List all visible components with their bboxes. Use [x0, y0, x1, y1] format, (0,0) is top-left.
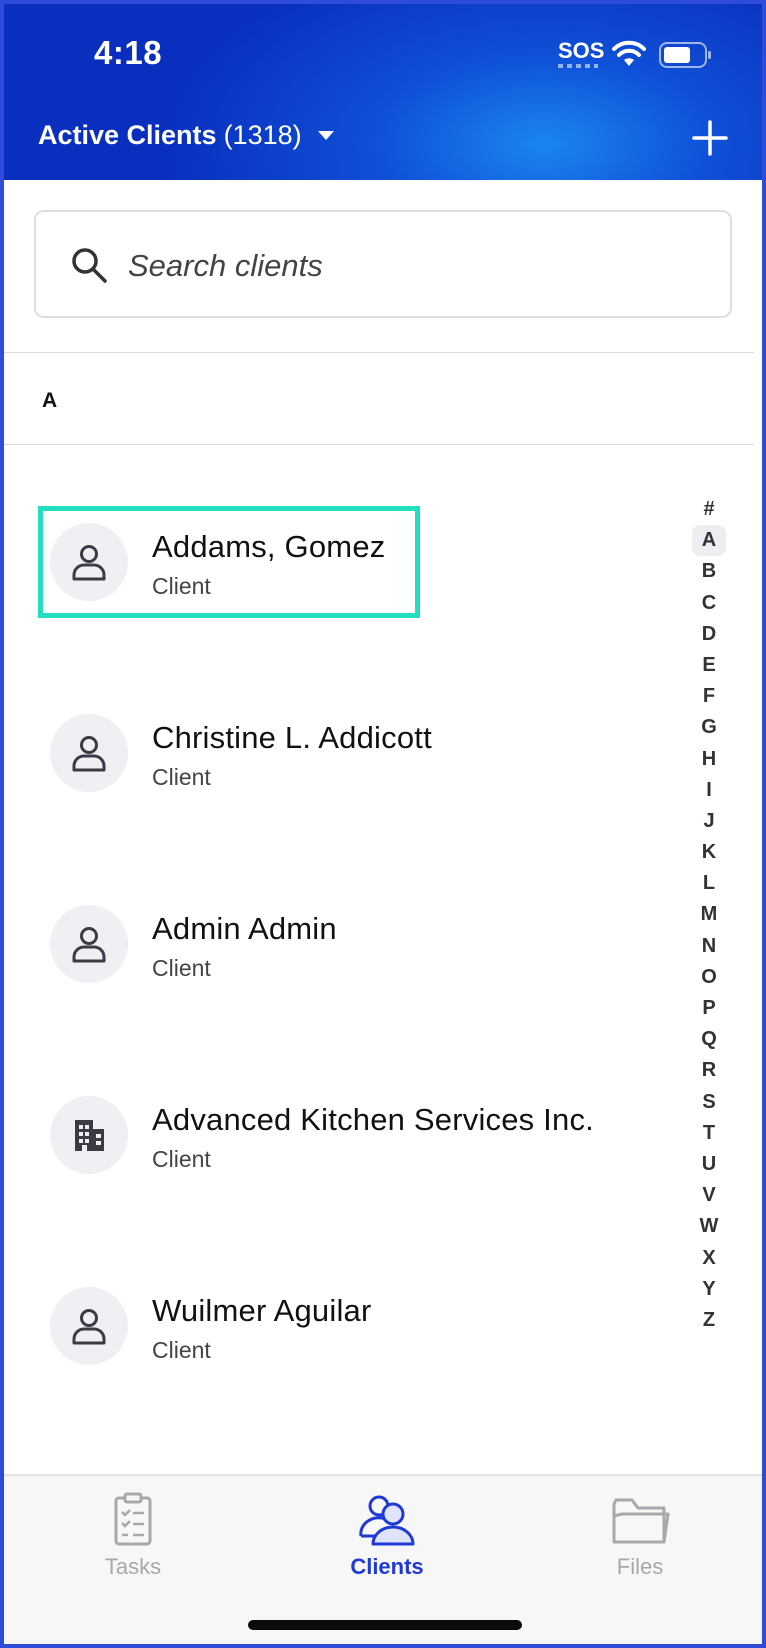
index-letter[interactable]: P — [692, 993, 726, 1024]
caret-down-icon — [317, 131, 334, 140]
search-box[interactable] — [34, 210, 732, 318]
client-name: Christine L. Addicott — [152, 720, 432, 755]
client-row[interactable]: Advanced Kitchen Services Inc. Client — [4, 1080, 684, 1190]
index-letter[interactable]: R — [692, 1055, 726, 1086]
person-icon — [72, 1309, 106, 1345]
wifi-icon — [612, 40, 646, 66]
index-letter[interactable]: B — [692, 556, 726, 587]
index-letter[interactable]: D — [692, 619, 726, 650]
tab-tasks[interactable]: Tasks — [53, 1492, 213, 1602]
client-row[interactable]: Christine L. Addicott Client — [4, 698, 684, 808]
client-count: (1318) — [223, 120, 302, 150]
people-icon — [359, 1495, 415, 1546]
clipboard-icon — [114, 1492, 152, 1546]
add-client-button[interactable] — [692, 120, 728, 156]
search-input[interactable] — [126, 240, 690, 292]
index-letter[interactable]: K — [692, 837, 726, 868]
bottom-tab-bar: Tasks Clients Files — [4, 1474, 762, 1644]
tab-label: Clients — [350, 1554, 424, 1579]
tab-clients[interactable]: Clients — [307, 1492, 467, 1602]
index-letter[interactable]: U — [692, 1149, 726, 1180]
client-type: Client — [152, 1337, 211, 1363]
divider — [4, 352, 754, 353]
index-letter[interactable]: Q — [692, 1024, 726, 1055]
client-type: Client — [152, 764, 211, 790]
index-letter[interactable]: Y — [692, 1274, 726, 1305]
status-time: 4:18 — [94, 34, 163, 71]
index-letter[interactable]: S — [692, 1087, 726, 1118]
index-letter[interactable]: F — [692, 681, 726, 712]
index-letter[interactable]: H — [692, 744, 726, 775]
tab-label: Files — [616, 1554, 664, 1579]
client-name: Wuilmer Aguilar — [152, 1293, 372, 1328]
tab-label: Tasks — [104, 1554, 162, 1579]
client-name: Advanced Kitchen Services Inc. — [152, 1102, 594, 1137]
page-title: Active Clients — [38, 120, 217, 150]
client-name: Admin Admin — [152, 911, 337, 946]
alphabet-index[interactable]: # A B C D E F G H I J K L M N O P Q R S … — [692, 494, 726, 1336]
index-letter[interactable]: N — [692, 931, 726, 962]
index-letter[interactable]: O — [692, 962, 726, 993]
client-row[interactable]: Admin Admin Client — [4, 889, 684, 999]
selection-highlight — [38, 506, 420, 618]
client-row[interactable]: Wuilmer Aguilar Client — [4, 1271, 684, 1381]
index-letter[interactable]: # — [692, 494, 726, 525]
person-icon — [72, 927, 106, 963]
index-letter[interactable]: W — [692, 1211, 726, 1242]
index-letter[interactable]: Z — [692, 1305, 726, 1336]
index-letter[interactable]: G — [692, 712, 726, 743]
client-type: Client — [152, 1146, 211, 1172]
client-type: Client — [152, 955, 211, 981]
avatar — [50, 1287, 128, 1365]
index-letter[interactable]: C — [692, 588, 726, 619]
index-letter[interactable]: J — [692, 806, 726, 837]
avatar — [50, 1096, 128, 1174]
home-indicator[interactable] — [248, 1620, 522, 1630]
divider — [4, 444, 754, 445]
building-icon — [75, 1120, 104, 1151]
battery-icon — [659, 42, 711, 68]
tab-files[interactable]: Files — [560, 1492, 720, 1602]
sos-indicator: SOS — [558, 38, 605, 63]
client-filter-dropdown[interactable]: Active Clients (1318) — [38, 120, 334, 151]
section-header-letter: A — [42, 389, 58, 412]
app-screen: 4:18 SOS Active Clients (1318) Search cl… — [4, 4, 762, 1644]
avatar — [50, 905, 128, 983]
index-letter[interactable]: L — [692, 868, 726, 899]
search-icon — [72, 248, 107, 283]
folder-icon — [612, 1498, 670, 1544]
avatar — [50, 714, 128, 792]
index-letter-active[interactable]: A — [692, 525, 726, 557]
index-letter[interactable]: M — [692, 899, 726, 930]
index-letter[interactable]: T — [692, 1118, 726, 1149]
index-letter[interactable]: V — [692, 1180, 726, 1211]
index-letter[interactable]: I — [692, 775, 726, 806]
index-letter[interactable]: X — [692, 1243, 726, 1274]
header: 4:18 SOS Active Clients (1318) — [4, 4, 762, 180]
index-letter[interactable]: E — [692, 650, 726, 681]
person-icon — [72, 736, 106, 772]
signal-dots — [558, 64, 598, 68]
